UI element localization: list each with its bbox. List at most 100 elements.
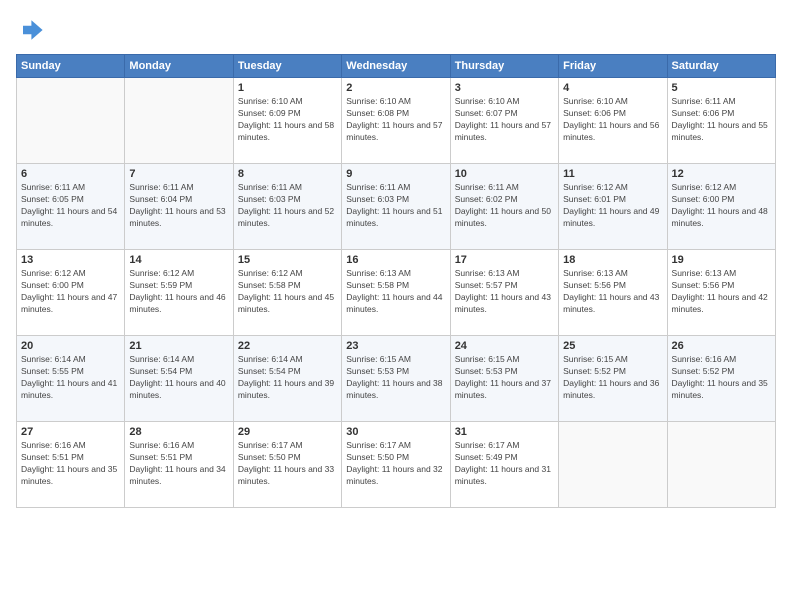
day-info: Sunrise: 6:12 AMSunset: 6:00 PMDaylight:… (21, 268, 120, 316)
day-number: 20 (21, 340, 120, 352)
calendar-cell: 24Sunrise: 6:15 AMSunset: 5:53 PMDayligh… (450, 336, 558, 422)
daylight-text: Daylight: 11 hours and 50 minutes. (455, 206, 554, 230)
calendar-cell: 9Sunrise: 6:11 AMSunset: 6:03 PMDaylight… (342, 164, 450, 250)
calendar-cell: 2Sunrise: 6:10 AMSunset: 6:08 PMDaylight… (342, 78, 450, 164)
day-number: 31 (455, 426, 554, 438)
day-info: Sunrise: 6:11 AMSunset: 6:02 PMDaylight:… (455, 182, 554, 230)
day-info: Sunrise: 6:12 AMSunset: 6:00 PMDaylight:… (672, 182, 771, 230)
day-info: Sunrise: 6:13 AMSunset: 5:56 PMDaylight:… (563, 268, 662, 316)
calendar-cell: 5Sunrise: 6:11 AMSunset: 6:06 PMDaylight… (667, 78, 775, 164)
weekday-header-monday: Monday (125, 55, 233, 78)
day-number: 18 (563, 254, 662, 266)
day-info: Sunrise: 6:11 AMSunset: 6:05 PMDaylight:… (21, 182, 120, 230)
day-info: Sunrise: 6:12 AMSunset: 5:58 PMDaylight:… (238, 268, 337, 316)
logo-icon (16, 16, 44, 44)
day-info: Sunrise: 6:16 AMSunset: 5:52 PMDaylight:… (672, 354, 771, 402)
sunrise-text: Sunrise: 6:13 AM (455, 268, 554, 280)
day-number: 4 (563, 82, 662, 94)
day-info: Sunrise: 6:17 AMSunset: 5:50 PMDaylight:… (346, 440, 445, 488)
calendar-cell: 12Sunrise: 6:12 AMSunset: 6:00 PMDayligh… (667, 164, 775, 250)
calendar-cell: 13Sunrise: 6:12 AMSunset: 6:00 PMDayligh… (17, 250, 125, 336)
sunrise-text: Sunrise: 6:10 AM (346, 96, 445, 108)
daylight-text: Daylight: 11 hours and 55 minutes. (672, 120, 771, 144)
week-row-3: 13Sunrise: 6:12 AMSunset: 6:00 PMDayligh… (17, 250, 776, 336)
day-number: 11 (563, 168, 662, 180)
daylight-text: Daylight: 11 hours and 46 minutes. (129, 292, 228, 316)
sunset-text: Sunset: 5:58 PM (238, 280, 337, 292)
sunrise-text: Sunrise: 6:12 AM (672, 182, 771, 194)
daylight-text: Daylight: 11 hours and 42 minutes. (672, 292, 771, 316)
sunset-text: Sunset: 5:52 PM (563, 366, 662, 378)
day-info: Sunrise: 6:11 AMSunset: 6:03 PMDaylight:… (238, 182, 337, 230)
day-info: Sunrise: 6:13 AMSunset: 5:56 PMDaylight:… (672, 268, 771, 316)
sunset-text: Sunset: 6:06 PM (672, 108, 771, 120)
day-number: 22 (238, 340, 337, 352)
sunrise-text: Sunrise: 6:11 AM (238, 182, 337, 194)
week-row-4: 20Sunrise: 6:14 AMSunset: 5:55 PMDayligh… (17, 336, 776, 422)
sunrise-text: Sunrise: 6:12 AM (129, 268, 228, 280)
sunrise-text: Sunrise: 6:17 AM (346, 440, 445, 452)
sunset-text: Sunset: 6:08 PM (346, 108, 445, 120)
calendar-cell: 23Sunrise: 6:15 AMSunset: 5:53 PMDayligh… (342, 336, 450, 422)
daylight-text: Daylight: 11 hours and 41 minutes. (21, 378, 120, 402)
sunrise-text: Sunrise: 6:11 AM (346, 182, 445, 194)
daylight-text: Daylight: 11 hours and 38 minutes. (346, 378, 445, 402)
sunset-text: Sunset: 5:52 PM (672, 366, 771, 378)
day-info: Sunrise: 6:16 AMSunset: 5:51 PMDaylight:… (21, 440, 120, 488)
day-number: 8 (238, 168, 337, 180)
daylight-text: Daylight: 11 hours and 34 minutes. (129, 464, 228, 488)
day-info: Sunrise: 6:14 AMSunset: 5:54 PMDaylight:… (129, 354, 228, 402)
calendar-table: SundayMondayTuesdayWednesdayThursdayFrid… (16, 54, 776, 508)
sunset-text: Sunset: 6:06 PM (563, 108, 662, 120)
calendar-cell: 4Sunrise: 6:10 AMSunset: 6:06 PMDaylight… (559, 78, 667, 164)
sunset-text: Sunset: 5:51 PM (129, 452, 228, 464)
day-number: 7 (129, 168, 228, 180)
daylight-text: Daylight: 11 hours and 31 minutes. (455, 464, 554, 488)
sunset-text: Sunset: 6:01 PM (563, 194, 662, 206)
day-number: 30 (346, 426, 445, 438)
weekday-header-tuesday: Tuesday (233, 55, 341, 78)
daylight-text: Daylight: 11 hours and 37 minutes. (455, 378, 554, 402)
day-info: Sunrise: 6:11 AMSunset: 6:06 PMDaylight:… (672, 96, 771, 144)
sunrise-text: Sunrise: 6:12 AM (21, 268, 120, 280)
sunset-text: Sunset: 5:51 PM (21, 452, 120, 464)
day-number: 6 (21, 168, 120, 180)
day-number: 1 (238, 82, 337, 94)
sunrise-text: Sunrise: 6:16 AM (21, 440, 120, 452)
daylight-text: Daylight: 11 hours and 43 minutes. (455, 292, 554, 316)
calendar-cell: 8 Sunrise: 6:11 AMSunset: 6:03 PMDaylight… (233, 164, 341, 250)
sunset-text: Sunset: 5:54 PM (129, 366, 228, 378)
sunset-text: Sunset: 6:05 PM (21, 194, 120, 206)
sunrise-text: Sunrise: 6:11 AM (455, 182, 554, 194)
sunset-text: Sunset: 5:56 PM (563, 280, 662, 292)
sunrise-text: Sunrise: 6:15 AM (455, 354, 554, 366)
weekday-header-saturday: Saturday (667, 55, 775, 78)
sunset-text: Sunset: 5:53 PM (455, 366, 554, 378)
day-number: 21 (129, 340, 228, 352)
page: SundayMondayTuesdayWednesdayThursdayFrid… (0, 0, 792, 612)
calendar-cell: 22Sunrise: 6:14 AMSunset: 5:54 PMDayligh… (233, 336, 341, 422)
daylight-text: Daylight: 11 hours and 43 minutes. (563, 292, 662, 316)
calendar-cell (17, 78, 125, 164)
daylight-text: Daylight: 11 hours and 48 minutes. (672, 206, 771, 230)
sunrise-text: Sunrise: 6:13 AM (563, 268, 662, 280)
calendar-cell: 1Sunrise: 6:10 AMSunset: 6:09 PMDaylight… (233, 78, 341, 164)
day-number: 25 (563, 340, 662, 352)
sunrise-text: Sunrise: 6:14 AM (238, 354, 337, 366)
day-number: 2 (346, 82, 445, 94)
calendar-cell: 10Sunrise: 6:11 AMSunset: 6:02 PMDayligh… (450, 164, 558, 250)
sunrise-text: Sunrise: 6:12 AM (238, 268, 337, 280)
sunrise-text: Sunrise: 6:14 AM (21, 354, 120, 366)
calendar-cell: 3Sunrise: 6:10 AMSunset: 6:07 PMDaylight… (450, 78, 558, 164)
sunrise-text: Sunrise: 6:14 AM (129, 354, 228, 366)
day-number: 26 (672, 340, 771, 352)
daylight-text: Daylight: 11 hours and 35 minutes. (21, 464, 120, 488)
sunset-text: Sunset: 6:00 PM (672, 194, 771, 206)
sunrise-text: Sunrise: 6:10 AM (563, 96, 662, 108)
sunrise-text: Sunrise: 6:17 AM (455, 440, 554, 452)
day-info: Sunrise: 6:16 AMSunset: 5:51 PMDaylight:… (129, 440, 228, 488)
day-info: Sunrise: 6:12 AMSunset: 6:01 PMDaylight:… (563, 182, 662, 230)
daylight-text: Daylight: 11 hours and 40 minutes. (129, 378, 228, 402)
day-number: 28 (129, 426, 228, 438)
daylight-text: Daylight: 11 hours and 58 minutes. (238, 120, 337, 144)
